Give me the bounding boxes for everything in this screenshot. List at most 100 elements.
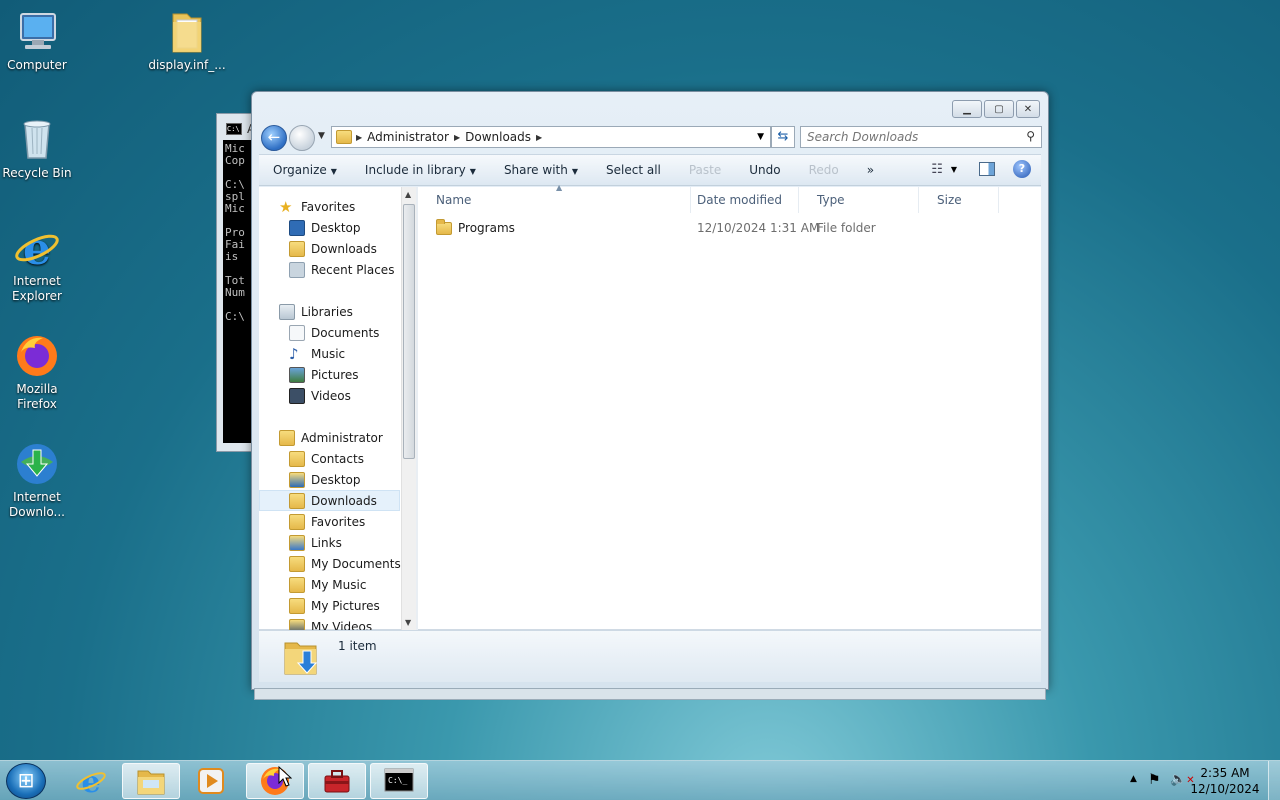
nav-links[interactable]: Links: [289, 532, 409, 553]
action-center-flag-icon[interactable]: ⚑: [1148, 772, 1161, 788]
nav-label: Downloads: [311, 241, 377, 256]
desktop-icon-idm[interactable]: Internet Downlo...: [0, 440, 77, 520]
desktop-icon-label: display.inf_...: [148, 58, 226, 72]
nav-my-documents[interactable]: My Documents: [289, 553, 409, 574]
desktop-icon-firefox[interactable]: Mozilla Firefox: [0, 332, 77, 412]
pictures-folder-icon: [289, 597, 305, 614]
downloads-folder-icon: [289, 492, 305, 509]
nav-desktop[interactable]: Desktop: [289, 217, 409, 238]
more-commands-button[interactable]: »: [853, 163, 888, 177]
nav-label: Recent Places: [311, 262, 395, 277]
back-button[interactable]: ←: [261, 125, 287, 151]
chevron-down-icon: ▼: [469, 167, 476, 176]
close-button[interactable]: ✕: [1016, 100, 1040, 118]
explorer-window[interactable]: ▁ ▢ ✕ ← ▼ ▶ Administrator ▶ Downloads ▶ …: [251, 91, 1049, 690]
nav-my-videos[interactable]: My Videos: [289, 616, 409, 630]
start-button[interactable]: [6, 763, 46, 799]
preview-pane-icon[interactable]: [979, 162, 995, 176]
taskbar-media-player[interactable]: [182, 763, 240, 799]
desktop-icon-computer[interactable]: Computer: [0, 8, 77, 73]
recent-pages-dropdown[interactable]: ▼: [318, 131, 325, 141]
paste-button[interactable]: Paste: [675, 163, 735, 177]
address-bar[interactable]: ▶ Administrator ▶ Downloads ▶ ▼: [331, 126, 771, 148]
scroll-up-icon[interactable]: ▲: [405, 190, 411, 199]
nav-label: Administrator: [301, 430, 383, 445]
file-row[interactable]: Programs 12/10/2024 1:31 AM File folder: [436, 218, 996, 238]
clock[interactable]: 2:35 AM 12/10/2024: [1190, 765, 1260, 797]
maximize-button[interactable]: ▢: [984, 100, 1014, 118]
share-with-button[interactable]: Share with ▼: [490, 163, 592, 177]
show-desktop-button[interactable]: [1268, 761, 1280, 800]
nav-admin-desktop[interactable]: Desktop: [289, 469, 409, 490]
nav-pictures[interactable]: Pictures: [289, 364, 409, 385]
nav-videos[interactable]: Videos: [289, 385, 409, 406]
search-box[interactable]: ⚲: [800, 126, 1042, 148]
folder-icon: [436, 218, 452, 235]
show-hidden-icons-icon[interactable]: ▲: [1130, 774, 1137, 784]
breadcrumb-chevron-icon[interactable]: ▶: [536, 133, 542, 142]
column-header-date-modified[interactable]: Date modified: [679, 187, 799, 213]
chevron-down-icon[interactable]: ▼: [951, 165, 957, 174]
nav-libraries[interactable]: Libraries: [279, 301, 409, 322]
column-header-type[interactable]: Type: [799, 187, 919, 213]
nav-my-pictures[interactable]: My Pictures: [289, 595, 409, 616]
refresh-button[interactable]: ⇆: [771, 126, 795, 148]
nav-my-music[interactable]: My Music: [289, 574, 409, 595]
breadcrumb-administrator[interactable]: Administrator: [367, 130, 449, 144]
desktop-icon-label: Computer: [7, 58, 67, 72]
sort-ascending-icon: ▲: [556, 183, 563, 192]
minimize-icon: ▁: [963, 103, 971, 115]
item-count: 1 item: [338, 639, 377, 653]
include-in-library-button[interactable]: Include in library ▼: [351, 163, 490, 177]
nav-administrator[interactable]: Administrator: [279, 427, 409, 448]
nav-admin-downloads[interactable]: Downloads: [259, 490, 400, 511]
search-input[interactable]: [801, 127, 1011, 147]
videos-folder-icon: [289, 618, 305, 630]
scroll-down-icon[interactable]: ▼: [405, 618, 411, 627]
address-dropdown-icon[interactable]: ▼: [757, 132, 764, 142]
nav-documents[interactable]: Documents: [289, 322, 409, 343]
svg-text:e: e: [81, 765, 100, 797]
nav-label: Desktop: [311, 220, 361, 235]
search-icon[interactable]: ⚲: [1026, 129, 1035, 143]
taskbar-explorer[interactable]: [122, 763, 180, 799]
forward-button[interactable]: [289, 125, 315, 151]
taskbar-firefox[interactable]: [246, 763, 304, 799]
help-button[interactable]: ?: [1013, 160, 1031, 178]
desktop-icon-label: Recycle Bin: [2, 166, 72, 180]
redo-button[interactable]: Redo: [795, 163, 853, 177]
downloads-folder-icon: [289, 240, 305, 257]
desktop-icon-display-inf[interactable]: display.inf_...: [147, 8, 227, 73]
desktop-icon-internet-explorer[interactable]: e Internet Explorer: [0, 224, 77, 304]
folder-icon: [163, 8, 211, 56]
breadcrumb-downloads[interactable]: Downloads: [465, 130, 531, 144]
nav-downloads[interactable]: Downloads: [289, 238, 409, 259]
select-all-button[interactable]: Select all: [592, 163, 675, 177]
minimize-button[interactable]: ▁: [952, 100, 982, 118]
nav-label: Pictures: [311, 367, 359, 382]
nav-favorites[interactable]: ★ Favorites: [279, 196, 409, 217]
breadcrumb-chevron-icon[interactable]: ▶: [356, 133, 362, 142]
organize-button[interactable]: Organize ▼: [259, 163, 351, 177]
view-options-icon[interactable]: ☷: [931, 162, 943, 177]
nav-admin-favorites[interactable]: Favorites: [289, 511, 409, 532]
desktop-icon-recycle-bin[interactable]: Recycle Bin: [0, 116, 77, 181]
computer-icon: [13, 8, 61, 56]
favorites-folder-icon: [289, 513, 305, 530]
scrollbar-thumb[interactable]: [403, 204, 415, 459]
nav-label: My Documents: [311, 556, 401, 571]
nav-pane-scrollbar[interactable]: ▲ ▼: [401, 187, 416, 630]
column-header-name[interactable]: Name: [418, 187, 691, 213]
toolbox-icon: [324, 770, 350, 793]
nav-music[interactable]: ♪ Music: [289, 343, 409, 364]
nav-contacts[interactable]: Contacts: [289, 448, 409, 469]
taskbar-toolbox[interactable]: [308, 763, 366, 799]
column-header-size[interactable]: Size: [919, 187, 999, 213]
undo-button[interactable]: Undo: [735, 163, 794, 177]
nav-label: Videos: [311, 388, 351, 403]
navigation-pane: ★ Favorites Desktop Downloads Recent Plac…: [259, 187, 409, 630]
taskbar-internet-explorer[interactable]: e: [62, 763, 120, 799]
taskbar-command-prompt[interactable]: C:\_: [370, 763, 428, 799]
nav-recent-places[interactable]: Recent Places: [289, 259, 409, 280]
breadcrumb-chevron-icon[interactable]: ▶: [454, 133, 460, 142]
